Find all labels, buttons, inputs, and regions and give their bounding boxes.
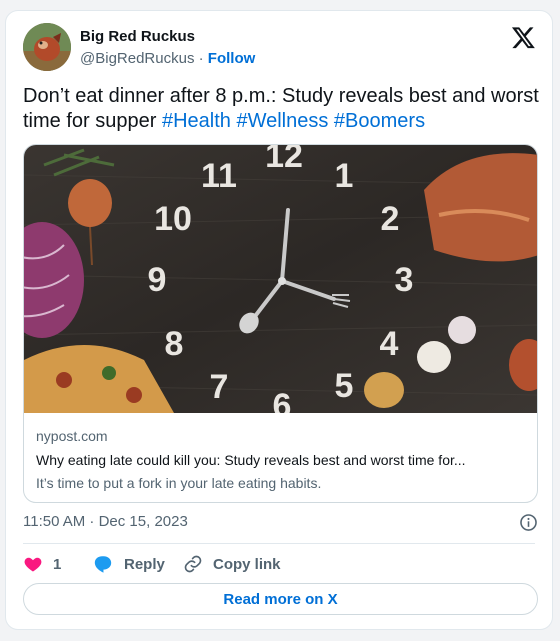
tweet-timestamp[interactable]: 11:50 AM · Dec 15, 2023: [23, 513, 188, 530]
clock-number-9: 9: [148, 261, 167, 299]
hashtag-health[interactable]: #Health: [162, 110, 231, 132]
tweet-embed-card: Big Red Ruckus @BigRedRuckus · Follow Do…: [5, 10, 553, 630]
reply-button[interactable]: Reply: [92, 553, 165, 575]
read-more-button[interactable]: Read more on X: [23, 583, 538, 615]
handle-separator: ·: [198, 50, 204, 67]
clock-number-5: 5: [335, 367, 354, 405]
author-avatar[interactable]: [23, 23, 71, 71]
clock-number-6: 6: [273, 387, 292, 413]
copy-link-label: Copy link: [213, 555, 281, 573]
clock-number-10: 10: [154, 200, 192, 238]
x-logo-icon[interactable]: [511, 25, 536, 50]
author-handle-row: @BigRedRuckus · Follow: [80, 50, 255, 67]
clock-number-2: 2: [381, 200, 400, 238]
info-icon[interactable]: [519, 513, 538, 532]
timestamp-row: 11:50 AM · Dec 15, 2023: [23, 513, 540, 533]
link-domain: nypost.com: [36, 428, 108, 444]
avatar-image: [23, 23, 71, 71]
copy-link-button[interactable]: Copy link: [183, 553, 281, 575]
hashtag-wellness[interactable]: #Wellness: [236, 110, 328, 132]
clock-number-4: 4: [380, 325, 399, 363]
tweet-header: Big Red Ruckus @BigRedRuckus · Follow: [23, 23, 540, 73]
clock-number-3: 3: [395, 261, 414, 299]
clock-number-8: 8: [165, 325, 184, 363]
heart-icon: [24, 557, 42, 572]
link-icon: [184, 555, 202, 573]
follow-button[interactable]: Follow: [208, 50, 256, 67]
reply-label: Reply: [124, 555, 165, 573]
link-title: Why eating late could kill you: Study re…: [36, 452, 466, 468]
reply-bubble-icon: [94, 556, 112, 573]
link-description: It’s time to put a fork in your late eat…: [36, 475, 322, 491]
hashtag-boomers[interactable]: #Boomers: [334, 110, 425, 132]
author-handle[interactable]: @BigRedRuckus: [80, 50, 194, 67]
tweet-text: Don’t eat dinner after 8 p.m.: Study rev…: [23, 84, 543, 134]
clock-number-11: 11: [201, 157, 237, 195]
link-meta: nypost.com Why eating late could kill yo…: [36, 428, 525, 494]
divider: [23, 543, 535, 544]
clock-number-1: 1: [335, 157, 354, 195]
like-count: 1: [53, 555, 62, 573]
link-preview-image: 12 1 2 3 4 5 6 7 8 9 10 11: [24, 145, 537, 413]
clock-number-7: 7: [210, 368, 229, 406]
like-button[interactable]: 1: [23, 553, 61, 575]
clock-number-12: 12: [265, 145, 303, 175]
link-preview-card[interactable]: 12 1 2 3 4 5 6 7 8 9 10 11 nypost.com Wh…: [23, 144, 538, 503]
author-name[interactable]: Big Red Ruckus: [80, 28, 195, 45]
